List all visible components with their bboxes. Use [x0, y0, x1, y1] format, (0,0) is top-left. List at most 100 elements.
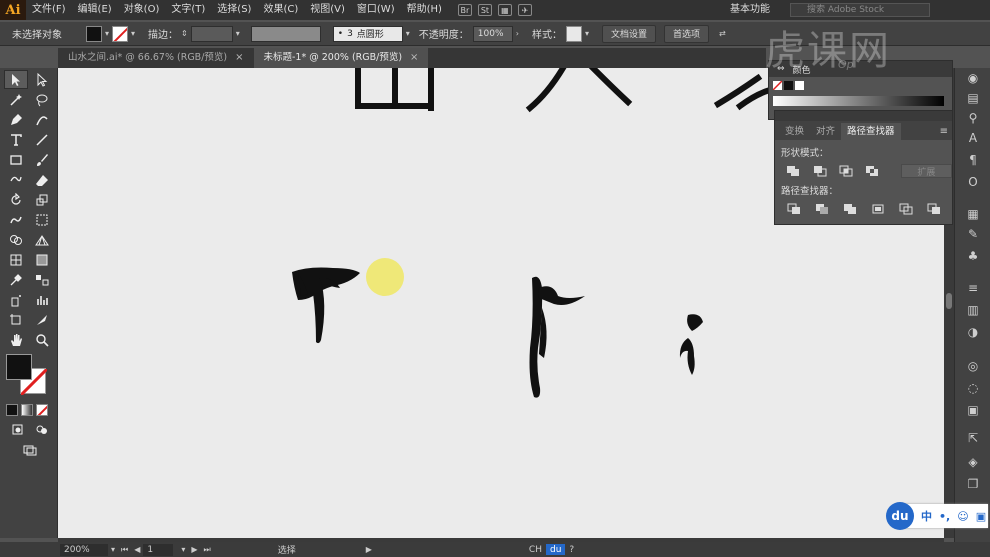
menu-window[interactable]: 窗口(W): [351, 0, 401, 20]
stepper-icon[interactable]: ⇕: [181, 29, 188, 38]
artboard-number-field[interactable]: 1: [143, 543, 174, 556]
type-tool[interactable]: [4, 130, 28, 149]
none-swatch[interactable]: [773, 81, 782, 90]
chevron-right-icon[interactable]: ›: [516, 29, 519, 38]
prev-artboard-icon[interactable]: ◀: [134, 545, 140, 554]
export-icon[interactable]: ⇱: [965, 430, 981, 446]
punctuation-icon[interactable]: •,: [939, 510, 950, 523]
draw-behind-icon[interactable]: [30, 420, 54, 439]
baidu-logo-icon[interactable]: du: [886, 502, 914, 530]
direct-selection-tool[interactable]: [30, 70, 54, 89]
help-icon[interactable]: ?: [565, 544, 578, 556]
color-spectrum[interactable]: [773, 96, 944, 106]
gpu-performance-icon[interactable]: ✈: [517, 4, 532, 16]
blend-tool[interactable]: [30, 270, 54, 289]
close-icon[interactable]: ×: [235, 48, 243, 68]
draw-mode-icon[interactable]: [6, 420, 30, 439]
perspective-grid-tool[interactable]: [30, 230, 54, 249]
stock-search-input[interactable]: 搜索 Adobe Stock: [790, 3, 930, 17]
variable-width-profile[interactable]: [250, 25, 321, 42]
selection-tool[interactable]: [4, 70, 28, 89]
chevron-down-icon[interactable]: ▾: [585, 29, 589, 38]
first-artboard-icon[interactable]: ⏮: [121, 545, 128, 555]
free-transform-tool[interactable]: [30, 210, 54, 229]
trim-button[interactable]: [813, 202, 831, 216]
menu-type[interactable]: 文字(T): [165, 0, 211, 20]
chevron-down-icon[interactable]: ▾: [181, 545, 185, 554]
document-setup-button[interactable]: 文档设置: [601, 24, 656, 43]
stroke-swatch[interactable]: [112, 25, 129, 42]
menu-help[interactable]: 帮助(H): [401, 0, 448, 20]
status-menu-icon[interactable]: ▶: [366, 545, 372, 554]
workspace-switcher[interactable]: 基本功能: [730, 0, 770, 20]
none-mode-button[interactable]: [36, 404, 48, 416]
column-graph-tool[interactable]: [30, 290, 54, 309]
last-artboard-icon[interactable]: ⏭: [204, 545, 211, 555]
fill-stroke-widget[interactable]: [6, 354, 52, 400]
lasso-tool[interactable]: [30, 90, 54, 109]
image-trace-icon[interactable]: ▣: [965, 402, 981, 418]
transparency-icon[interactable]: ◑: [965, 324, 981, 340]
minus-back-button[interactable]: [925, 202, 943, 216]
curvature-tool[interactable]: [30, 110, 54, 129]
chevron-down-icon[interactable]: ▾: [406, 29, 410, 38]
menu-select[interactable]: 选择(S): [211, 0, 257, 20]
gradient-tool[interactable]: [30, 250, 54, 269]
character-styles-icon[interactable]: ⚲: [965, 110, 981, 126]
tab-untitled[interactable]: 未标题-1* @ 200% (RGB/预览) ×: [253, 48, 429, 68]
zoom-tool[interactable]: [30, 330, 54, 349]
magic-wand-tool[interactable]: [4, 90, 28, 109]
scrollbar-thumb[interactable]: [946, 293, 952, 309]
black-swatch[interactable]: [784, 81, 793, 90]
gradient-mode-button[interactable]: [21, 404, 33, 416]
paragraph-icon[interactable]: ¶: [965, 152, 981, 168]
emoji-icon[interactable]: ☺: [957, 510, 968, 523]
tab-transform[interactable]: 变换: [779, 123, 810, 140]
paintbrush-tool[interactable]: [30, 150, 54, 169]
unite-button[interactable]: [785, 164, 801, 178]
graphic-styles-icon[interactable]: ◌: [965, 380, 981, 396]
brush-definition[interactable]: • 3 点圆形: [332, 25, 403, 42]
menu-file[interactable]: 文件(F): [26, 0, 72, 20]
layers-icon[interactable]: ◈: [965, 454, 981, 470]
input-language[interactable]: CH: [525, 544, 546, 556]
eyedropper-tool[interactable]: [4, 270, 28, 289]
opentype-icon[interactable]: O: [965, 174, 981, 190]
current-tool-status[interactable]: 选择: [274, 544, 300, 556]
swatches-icon[interactable]: ▦: [965, 206, 981, 222]
expand-button[interactable]: 扩展: [900, 164, 952, 178]
chevron-down-icon[interactable]: ▾: [105, 29, 109, 38]
arrange-icon[interactable]: ⇄: [719, 29, 726, 38]
bridge-icon[interactable]: Br: [457, 4, 472, 16]
rotate-tool[interactable]: [4, 190, 28, 209]
slice-tool[interactable]: [30, 310, 54, 329]
menu-object[interactable]: 对象(O): [118, 0, 166, 20]
symbol-sprayer-tool[interactable]: [4, 290, 28, 309]
preferences-button[interactable]: 首选项: [664, 24, 710, 43]
intersect-button[interactable]: [838, 164, 854, 178]
merge-button[interactable]: [841, 202, 859, 216]
fill-swatch[interactable]: [86, 25, 102, 42]
tab-align[interactable]: 对齐: [810, 123, 841, 140]
artboard-tool[interactable]: [4, 310, 28, 329]
warp-tool[interactable]: [4, 210, 28, 229]
stroke-panel-icon[interactable]: ≡: [965, 280, 981, 296]
brushes-icon[interactable]: ✎: [965, 226, 981, 242]
shaper-tool[interactable]: [4, 170, 28, 189]
zoom-level-field[interactable]: 200%: [60, 543, 108, 556]
menu-effect[interactable]: 效果(C): [257, 0, 304, 20]
rectangle-tool[interactable]: [4, 150, 28, 169]
color-guide-icon[interactable]: ◉: [965, 70, 981, 86]
toolbox-icon[interactable]: ▣: [976, 510, 986, 523]
chevron-down-icon[interactable]: ▾: [236, 29, 240, 38]
ime-toolbar[interactable]: du 中 •, ☺ ▣: [886, 502, 988, 530]
exclude-button[interactable]: [864, 164, 880, 178]
artboards-icon[interactable]: ❐: [965, 476, 981, 492]
panel-menu-icon[interactable]: ≡: [940, 123, 948, 140]
screen-mode-icon[interactable]: [18, 440, 42, 459]
pen-tool[interactable]: [4, 110, 28, 129]
appearance-icon[interactable]: ◎: [965, 358, 981, 374]
next-artboard-icon[interactable]: ▶: [191, 545, 197, 554]
graphic-style-swatch[interactable]: [565, 25, 582, 42]
minus-front-button[interactable]: [811, 164, 827, 178]
